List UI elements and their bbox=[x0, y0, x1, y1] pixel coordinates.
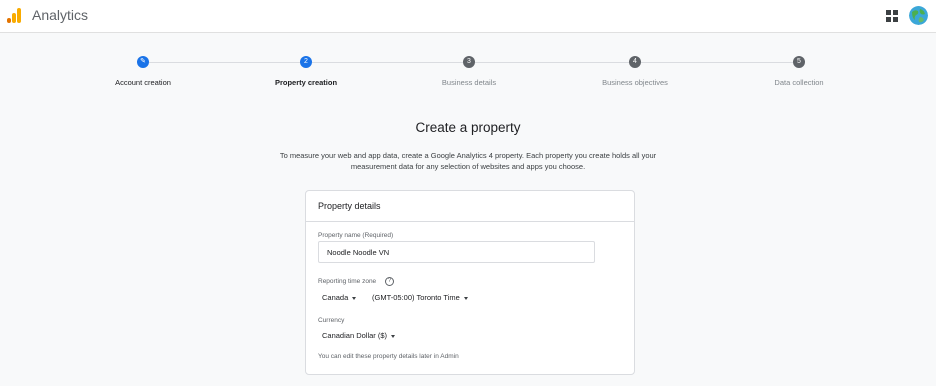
intro-line-1: To measure your web and app data, create… bbox=[279, 151, 657, 160]
page-title: Create a property bbox=[415, 120, 521, 135]
currency-select-value: Canadian Dollar ($) bbox=[322, 331, 388, 340]
edit-later-note: You can edit these property details late… bbox=[318, 353, 459, 360]
step-label-business-objectives: Business objectives bbox=[602, 78, 668, 87]
step-3-marker: 3 bbox=[463, 56, 475, 68]
timezone-select-value: (GMT-05:00) Toronto Time bbox=[372, 293, 460, 302]
intro-line-2: measurement data for any selection of we… bbox=[350, 162, 586, 171]
stepper-connector bbox=[149, 62, 300, 63]
step-label-account-creation[interactable]: Account creation bbox=[115, 78, 171, 87]
chevron-down-icon bbox=[463, 296, 468, 300]
stepper-connector bbox=[475, 62, 629, 63]
step-label-property-creation: Property creation bbox=[274, 78, 338, 87]
top-app-bar: Analytics bbox=[0, 0, 936, 33]
chevron-down-icon bbox=[352, 296, 357, 300]
timezone-label: Reporting time zone bbox=[318, 278, 377, 285]
stepper-connector bbox=[641, 62, 793, 63]
app-title[interactable]: Analytics bbox=[32, 7, 88, 23]
step-label-data-collection: Data collection bbox=[774, 78, 824, 87]
currency-label: Currency bbox=[318, 317, 345, 324]
stepper-connector bbox=[312, 62, 463, 63]
country-select[interactable]: Canada bbox=[322, 293, 357, 302]
step-2-marker: 2 bbox=[300, 56, 312, 68]
property-name-input[interactable] bbox=[318, 241, 595, 263]
timezone-select[interactable]: (GMT-05:00) Toronto Time bbox=[372, 293, 468, 302]
step-label-business-details: Business details bbox=[441, 78, 497, 87]
intro-text: To measure your web and app data, create… bbox=[250, 150, 686, 172]
property-details-card: Property details Property name (Required… bbox=[305, 190, 635, 375]
step-1-edit-icon[interactable]: ✎ bbox=[137, 56, 149, 68]
step-4-marker: 4 bbox=[629, 56, 641, 68]
chevron-down-icon bbox=[391, 334, 396, 338]
country-select-value: Canada bbox=[322, 293, 349, 302]
currency-select[interactable]: Canadian Dollar ($) bbox=[322, 331, 396, 340]
property-name-label: Property name (Required) bbox=[318, 232, 394, 239]
account-avatar[interactable] bbox=[909, 6, 928, 25]
step-5-marker: 5 bbox=[793, 56, 805, 68]
help-icon[interactable]: ? bbox=[385, 277, 394, 286]
apps-grid-icon[interactable] bbox=[886, 10, 898, 22]
card-title: Property details bbox=[306, 191, 634, 222]
analytics-logo-icon[interactable] bbox=[7, 8, 21, 23]
